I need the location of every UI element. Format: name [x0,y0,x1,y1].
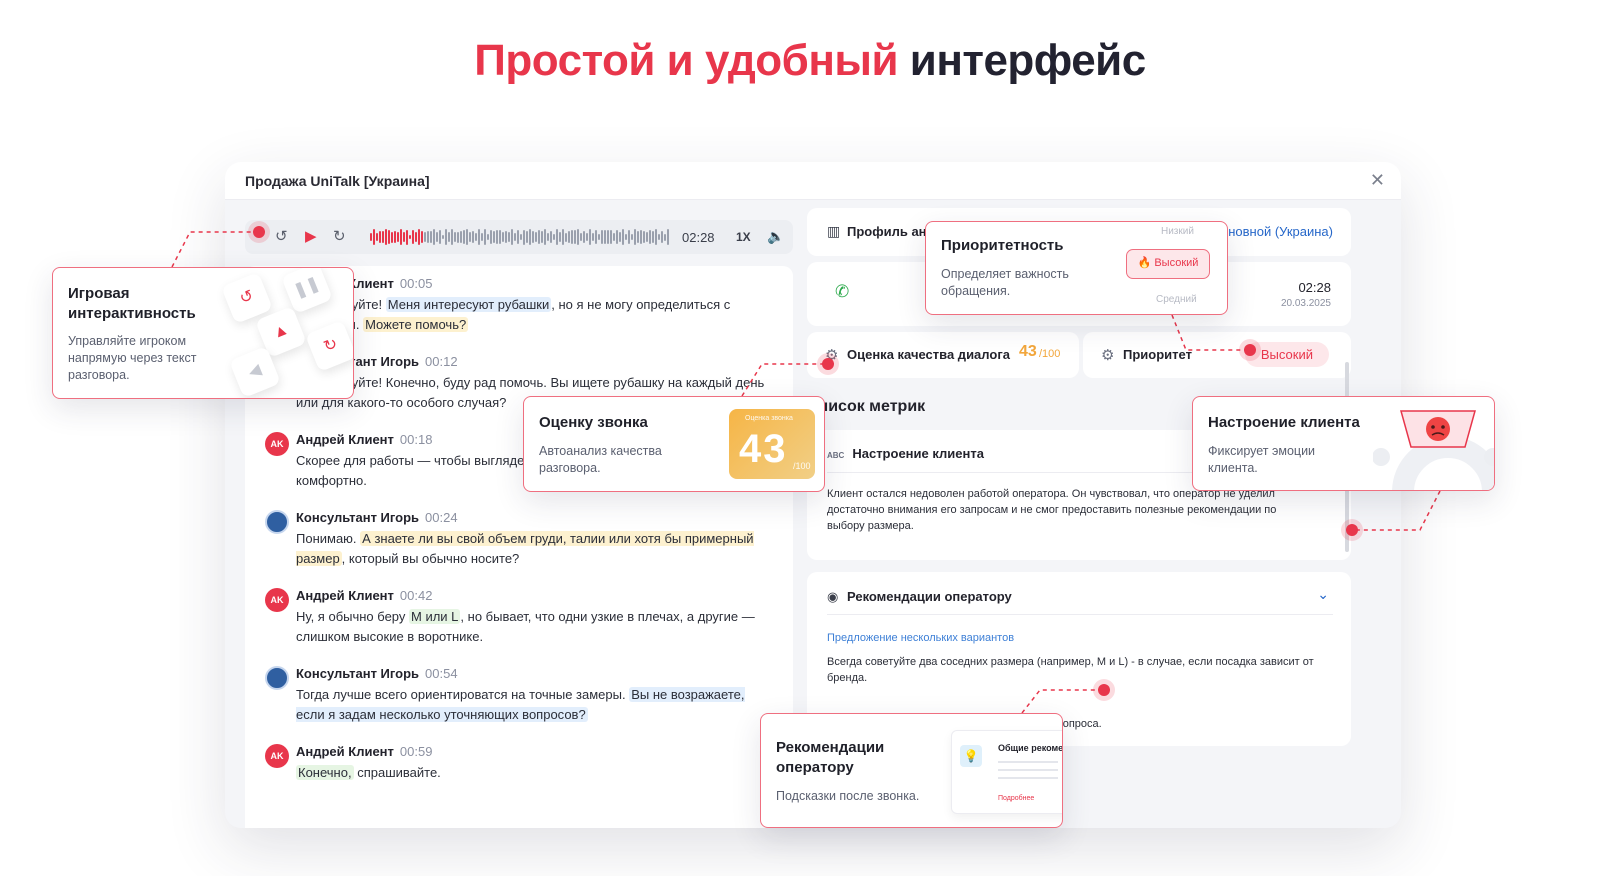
pause-icon: ❚❚ [280,268,334,315]
callout-mood-desc: Фиксирует эмоции клиента. [1208,444,1316,475]
callout-game-title: Игровая интерактивность [68,285,196,322]
lightbulb-icon: 💡 [960,745,982,767]
callout-priority-desc: Определяет важность обращения. [941,267,1069,298]
score-tile-value: 43 [739,427,788,471]
callout-mood-title: Настроение клиента [1208,414,1360,431]
callout-rec-title: Рекомендации оператору [776,739,885,776]
callout-score-title: Оценку звонка [539,414,648,431]
callout-score-desc: Автоанализ качества разговора. [539,444,662,475]
forward-icon: ↻ [304,319,353,373]
callout-priority-title: Приоритетность [941,237,1064,254]
callout-rec-desc: Подсказки после звонка. [776,789,920,803]
placeholder-line [998,761,1058,763]
recommendation-preview: 💡 Общие рекомендации Подробнее [951,730,1063,814]
recommendation-more-link[interactable]: Подробнее [998,795,1034,802]
priority-option-high: 🔥 Высокий [1126,249,1210,279]
score-tile-title: Оценка звонка [745,415,793,422]
callout-recommendations: Рекомендации оператору Подсказки после з… [760,713,1063,828]
callout-mood: Настроение клиента Фиксирует эмоции клие… [1192,396,1495,491]
recommendation-preview-title: Общие рекомендации [998,743,1063,753]
callout-priority: Приоритетность Определяет важность обращ… [925,221,1228,315]
hotspot-dot[interactable] [822,358,834,370]
game-controls-illustration: ↺ ❚❚ ▲ ↻ ◀ [220,268,353,398]
priority-option-high-label: Высокий [1154,257,1199,269]
placeholder-line [998,777,1058,779]
hotspot-dot[interactable] [1244,344,1256,356]
score-tile-max: /100 [793,461,811,471]
callout-game-desc: Управляйте игроком напрямую через текст … [68,334,197,382]
placeholder-line [998,769,1058,771]
hotspot-dot[interactable] [253,226,265,238]
callout-score: Оценку звонка Автоанализ качества разгов… [523,396,825,492]
priority-option-low: Низкий [1161,226,1194,237]
hotspot-dot[interactable] [1098,684,1110,696]
callout-game: Игровая интерактивность Управляйте игрок… [52,267,354,399]
mood-dial-illustration [1373,410,1494,490]
score-tile: Оценка звонка 43 /100 [729,409,815,479]
priority-option-mid: Средний [1156,294,1197,305]
hotspot-dot[interactable] [1346,524,1358,536]
